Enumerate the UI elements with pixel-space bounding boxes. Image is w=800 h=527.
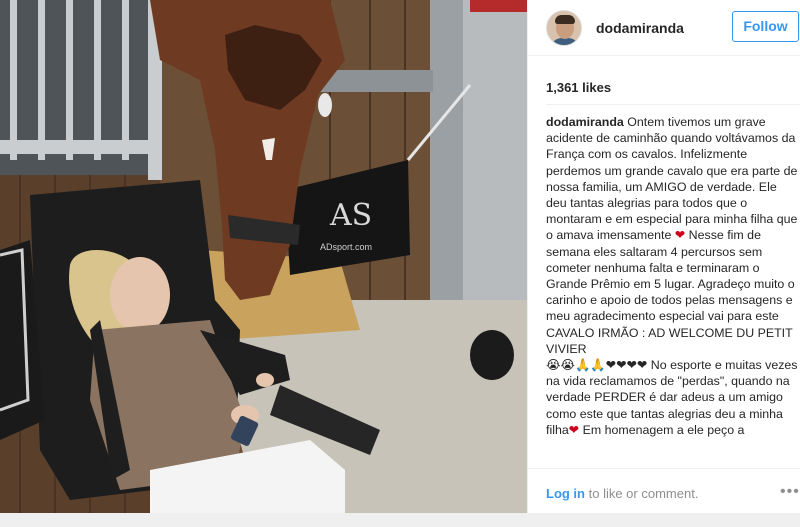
instagram-post: AS ADsport.com dodamiranda Follow 1,361 … [0, 0, 800, 513]
post-footer: Log in to like or comment. ••• [528, 468, 800, 513]
heart-emoji: ❤ [568, 422, 580, 437]
sign-logo: AS [329, 198, 372, 233]
caption-text-4: Em homenagem a ele peço a [582, 422, 745, 437]
login-link[interactable]: Log in [546, 486, 585, 501]
heart-emoji: ❤ [674, 228, 686, 243]
follow-button[interactable]: Follow [732, 11, 799, 42]
likes-count[interactable]: 1,361 likes [546, 80, 611, 95]
page-bottom-strip [0, 513, 800, 527]
divider [546, 104, 800, 105]
post-photo: AS ADsport.com [0, 0, 527, 513]
caption-text-1: Ontem tivemos um grave acidente de camin… [546, 115, 798, 243]
profile-username[interactable]: dodamiranda [596, 20, 684, 36]
caption-text-2: Nesse fim de semana eles saltaram 4 perc… [546, 228, 795, 356]
post-header: dodamiranda Follow [528, 0, 800, 56]
post-side-panel: dodamiranda Follow 1,361 likes dodamiran… [527, 0, 800, 513]
login-prompt-text: to like or comment. [585, 486, 699, 501]
post-caption: dodamiranda Ontem tivemos um grave acide… [546, 114, 798, 438]
more-horizontal-icon[interactable]: ••• [780, 483, 800, 501]
caption-emoji-line: 😭😭🙏🙏❤❤❤❤ [546, 358, 648, 373]
login-prompt: Log in to like or comment. [546, 486, 698, 501]
caption-username[interactable]: dodamiranda [546, 115, 624, 129]
stable-horse-illustration: AS ADsport.com [0, 0, 527, 513]
avatar[interactable] [546, 9, 582, 46]
sign-text: ADsport.com [320, 242, 372, 252]
